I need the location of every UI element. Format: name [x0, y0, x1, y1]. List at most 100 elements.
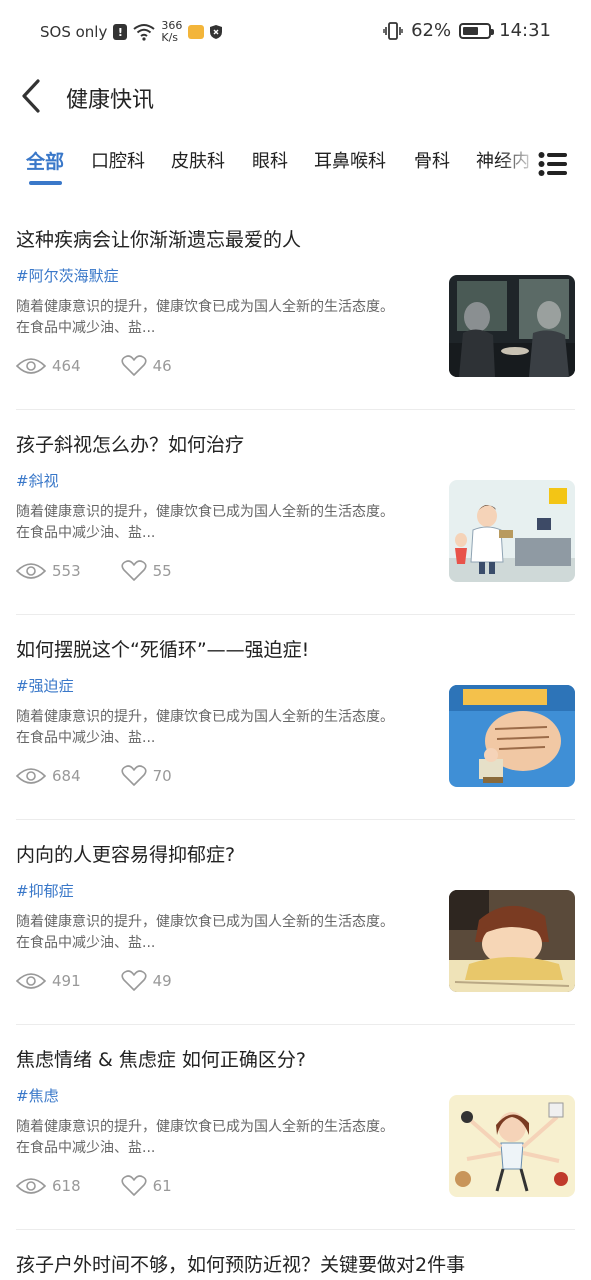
doctor-clinic-image: [449, 480, 575, 582]
tab-dental[interactable]: 口腔科: [91, 147, 145, 173]
heart-icon: [121, 355, 147, 376]
article-title-partial[interactable]: 孩子户外时间不够，如何预防近视？关键要做对2件事: [16, 1250, 465, 1277]
notification-app-icon: [188, 25, 205, 39]
boy-studying-image: [449, 890, 575, 992]
article-tag[interactable]: #强迫症: [16, 675, 74, 696]
article-stats: 684 70: [16, 765, 172, 787]
heart-icon: [121, 1175, 147, 1196]
view-count-value: 618: [52, 1177, 81, 1195]
view-count-value: 553: [52, 562, 81, 580]
tab-ent[interactable]: 耳鼻喉科: [314, 147, 386, 173]
article-thumbnail[interactable]: [449, 275, 575, 377]
vibrate-icon: [383, 21, 403, 40]
article-thumbnail[interactable]: [449, 890, 575, 992]
heart-icon: [121, 765, 147, 786]
article-thumbnail[interactable]: [449, 1095, 575, 1197]
article-thumbnail[interactable]: [449, 685, 575, 787]
article-feed: 这种疾病会让你渐渐遗忘最爱的人 #阿尔茨海默症 随着健康意识的提升，健康饮食已成…: [0, 205, 591, 1230]
alert-icon: !: [113, 24, 128, 40]
shield-icon: [210, 25, 223, 39]
tab-all[interactable]: 全部: [26, 147, 64, 174]
anxious-woman-image: [449, 1095, 575, 1197]
view-count: 553: [16, 562, 81, 580]
view-count: 491: [16, 972, 81, 990]
category-tabs: 全部 口腔科 皮肤科 眼科 耳鼻喉科 骨科 神经内: [0, 138, 591, 188]
app-header: 健康快讯: [0, 66, 591, 126]
view-count: 618: [16, 1177, 81, 1195]
network-speed: 366 K/s: [161, 20, 182, 44]
article-card[interactable]: 这种疾病会让你渐渐遗忘最爱的人 #阿尔茨海默症 随着健康意识的提升，健康饮食已成…: [0, 205, 591, 410]
like-count-value: 46: [152, 357, 172, 375]
article-thumbnail[interactable]: [449, 480, 575, 582]
article-title: 这种疾病会让你渐渐遗忘最爱的人: [16, 229, 302, 251]
status-right: 62% 14:31: [383, 20, 551, 41]
article-stats: 491 49: [16, 970, 172, 992]
back-button[interactable]: [16, 78, 48, 114]
article-summary-line: 随着健康意识的提升，健康饮食已成为国人全新的生活态度。: [16, 299, 394, 315]
chevron-left-icon: [22, 79, 40, 113]
article-summary: 随着健康意识的提升，健康饮食已成为国人全新的生活态度。 在食品中减少油、盐...: [16, 502, 441, 544]
article-card[interactable]: 如何摆脱这个“死循环”——强迫症! #强迫症 随着健康意识的提升，健康饮食已成为…: [0, 615, 591, 820]
view-count-value: 464: [52, 357, 81, 375]
divider: [16, 1229, 575, 1230]
status-bar: SOS only ! 366 K/s 62% 14:31: [0, 0, 591, 66]
article-title: 如何摆脱这个“死循环”——强迫症!: [16, 639, 310, 661]
article-title: 焦虑情绪 & 焦虑症 如何正确区分?: [16, 1049, 307, 1071]
carrier-text: SOS only: [40, 23, 108, 41]
article-summary-line: 在食品中减少油、盐...: [16, 1140, 156, 1156]
page-title: 健康快讯: [66, 88, 155, 113]
article-stats: 553 55: [16, 560, 172, 582]
article-stats: 464 46: [16, 355, 172, 377]
like-count[interactable]: 55: [121, 560, 172, 582]
article-summary: 随着健康意识的提升，健康饮食已成为国人全新的生活态度。 在食品中减少油、盐...: [16, 297, 441, 339]
article-summary-line: 在食品中减少油、盐...: [16, 730, 156, 746]
tabs-fade: [500, 138, 538, 184]
clock: 14:31: [499, 20, 551, 41]
like-count-value: 49: [152, 972, 172, 990]
eye-icon: [16, 973, 46, 989]
like-count[interactable]: 46: [121, 355, 172, 377]
article-summary-line: 随着健康意识的提升，健康饮食已成为国人全新的生活态度。: [16, 709, 394, 725]
like-count[interactable]: 61: [121, 1175, 172, 1197]
like-count[interactable]: 70: [121, 765, 172, 787]
wifi-icon: [133, 24, 155, 41]
more-categories-button[interactable]: [538, 152, 568, 176]
tab-dermatology[interactable]: 皮肤科: [171, 147, 225, 173]
battery-percent: 62%: [411, 20, 452, 41]
article-summary-line: 在食品中减少油、盐...: [16, 320, 156, 336]
article-summary-line: 在食品中减少油、盐...: [16, 935, 156, 951]
status-left: SOS only ! 366 K/s: [40, 20, 223, 44]
active-tab-indicator: [29, 181, 62, 185]
ocd-cartoon-image: [449, 685, 575, 787]
article-stats: 618 61: [16, 1175, 172, 1197]
article-title: 孩子斜视怎么办？如何治疗: [16, 434, 245, 456]
article-summary: 随着健康意识的提升，健康饮食已成为国人全新的生活态度。 在食品中减少油、盐...: [16, 912, 441, 954]
battery-icon: [459, 22, 495, 39]
tab-ophthalmology[interactable]: 眼科: [252, 147, 288, 173]
view-count-value: 491: [52, 972, 81, 990]
heart-icon: [121, 970, 147, 991]
elderly-couple-image: [449, 275, 575, 377]
article-title: 内向的人更容易得抑郁症?: [16, 844, 236, 866]
like-count[interactable]: 49: [121, 970, 172, 992]
article-summary-line: 随着健康意识的提升，健康饮食已成为国人全新的生活态度。: [16, 914, 394, 930]
heart-icon: [121, 560, 147, 581]
article-summary: 随着健康意识的提升，健康饮食已成为国人全新的生活态度。 在食品中减少油、盐...: [16, 1117, 441, 1159]
article-tag[interactable]: #斜视: [16, 470, 59, 491]
like-count-value: 70: [152, 767, 172, 785]
article-tag[interactable]: #阿尔茨海默症: [16, 265, 119, 286]
article-card[interactable]: 焦虑情绪 & 焦虑症 如何正确区分? #焦虑 随着健康意识的提升，健康饮食已成为…: [0, 1025, 591, 1230]
article-card[interactable]: 内向的人更容易得抑郁症? #抑郁症 随着健康意识的提升，健康饮食已成为国人全新的…: [0, 820, 591, 1025]
network-speed-unit: K/s: [161, 31, 179, 44]
eye-icon: [16, 358, 46, 374]
eye-icon: [16, 563, 46, 579]
article-tag[interactable]: #抑郁症: [16, 880, 74, 901]
battery-fill: [463, 26, 478, 35]
list-menu-icon: [538, 152, 567, 176]
article-summary: 随着健康意识的提升，健康饮食已成为国人全新的生活态度。 在食品中减少油、盐...: [16, 707, 441, 749]
view-count-value: 684: [52, 767, 81, 785]
article-summary-line: 在食品中减少油、盐...: [16, 525, 156, 541]
article-card[interactable]: 孩子斜视怎么办？如何治疗 #斜视 随着健康意识的提升，健康饮食已成为国人全新的生…: [0, 410, 591, 615]
tab-orthopedics[interactable]: 骨科: [414, 147, 450, 173]
article-tag[interactable]: #焦虑: [16, 1085, 59, 1106]
